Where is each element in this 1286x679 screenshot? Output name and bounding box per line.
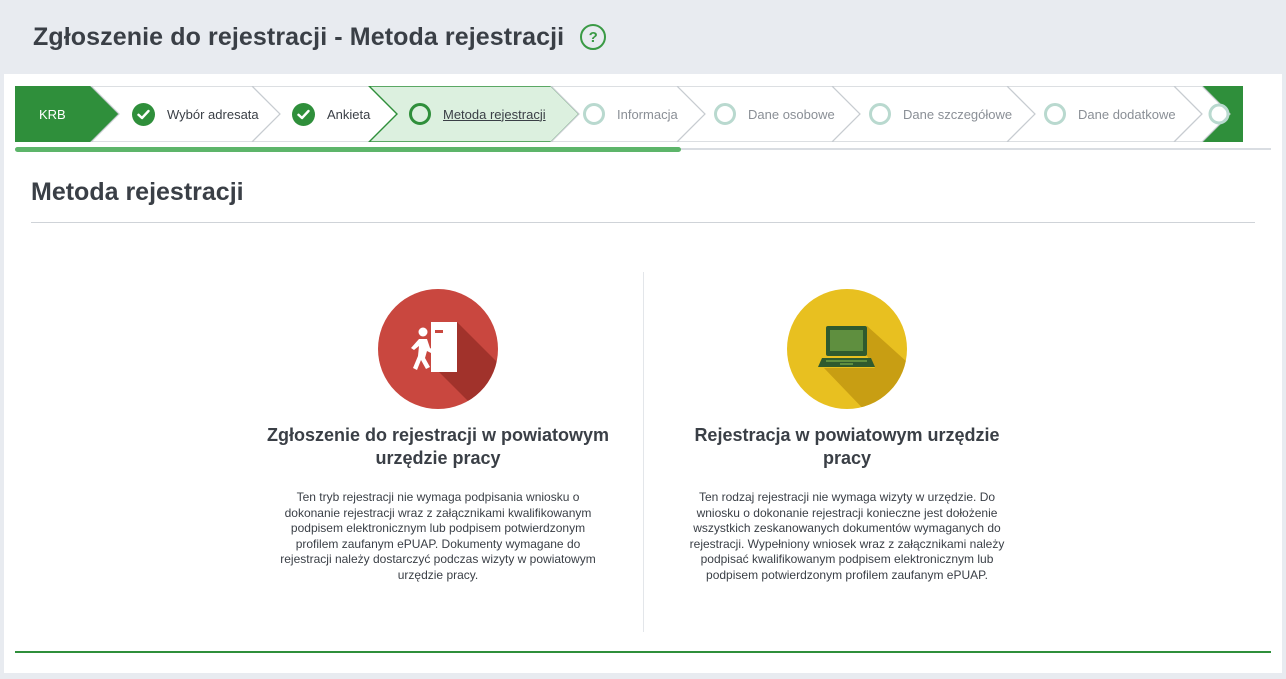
step-label: Dane dodatkowe [1078,106,1176,122]
step-label: Ankieta [327,106,371,122]
page-header: Zgłoszenie do rejestracji - Metoda rejes… [0,0,1286,74]
help-icon[interactable]: ? [580,24,607,50]
main-panel: KRB Wybór adresata Ankieta Metoda rejest… [4,74,1282,673]
option-description: Ten tryb rejestracji nie wymaga podpisan… [280,490,596,582]
pending-step-ring-icon [1044,103,1066,125]
progress-bar [15,147,681,152]
option-description: Ten rodzaj rejestracji nie wymaga wizyty… [689,490,1005,582]
step-label: Dane osobowe [748,106,835,122]
pending-step-ring-icon [869,103,891,125]
option-zgloszenie-w-urzedzie[interactable]: Zgłoszenie do rejestracji w powiatowym u… [263,288,613,583]
bottom-divider [15,651,1271,653]
step-krb-label: KRB [39,106,66,122]
pending-step-ring-icon [583,103,605,125]
step-krb: KRB [39,86,66,142]
step-dane-szczegolowe[interactable]: Dane szczegółowe [869,86,1012,142]
check-icon [292,102,315,126]
section-divider [31,222,1255,223]
option-title: Rejestracja w powiatowym urzędzie pracy [694,425,1000,468]
section-title: Metoda rejestracji [31,178,244,206]
active-step-ring-icon [409,103,431,125]
step-wybor-adresata[interactable]: Wybór adresata [132,86,259,142]
step-label: Wybór adresata [167,106,259,122]
step-label: Informacja [617,106,678,122]
page-title: Zgłoszenie do rejestracji - Metoda rejes… [33,22,565,51]
option-rejestracja-online[interactable]: Rejestracja w powiatowym urzędzie pracy … [672,288,1022,583]
step-ankieta[interactable]: Ankieta [292,86,370,142]
step-metoda-rejestracji[interactable]: Metoda rejestracji [409,86,546,142]
check-icon [132,102,155,126]
step-label: Dane szczegółowe [903,106,1013,122]
step-label: Metoda rejestracji [443,106,546,122]
wizard-stepper: KRB Wybór adresata Ankieta Metoda rejest… [15,86,1243,142]
step-dane-dodatkowe[interactable]: Dane dodatkowe [1044,86,1176,142]
option-title: Zgłoszenie do rejestracji w powiatowym u… [266,425,610,468]
pending-step-ring-icon [714,103,736,125]
laptop-icon [786,288,908,410]
options-divider [643,272,644,632]
person-door-icon [377,288,499,410]
step-informacja[interactable]: Informacja [583,86,678,142]
step-dane-osobowe[interactable]: Dane osobowe [714,86,835,142]
